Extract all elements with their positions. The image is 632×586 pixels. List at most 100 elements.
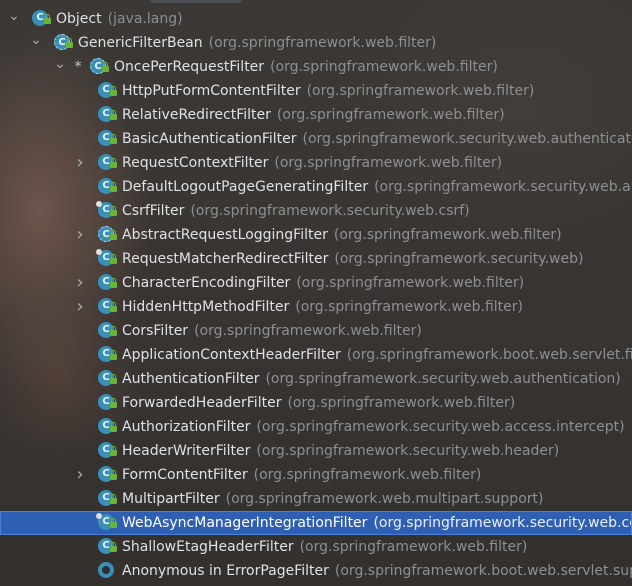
tree-row[interactable]: C ShallowEtagHeaderFilter (org.springframe…: [0, 535, 632, 559]
tree-row[interactable]: ⌄ C GenericFilterBean (org.springframework.…: [0, 31, 632, 55]
tree-row[interactable]: C RelativeRedirectFilter (org.springframew…: [0, 103, 632, 127]
class-name: HttpPutFormContentFilter (org.springframe…: [122, 79, 534, 103]
tree-row[interactable]: C BasicAuthenticationFilter (org.springfra…: [0, 127, 632, 151]
class-icon: C: [98, 538, 117, 556]
tree-row[interactable]: C AuthorizationFilter (org.springframework…: [0, 415, 632, 439]
package-name: (org.springframework.security.web.au: [374, 179, 632, 195]
tree-row[interactable]: C HeaderWriterFilter (org.springframework.…: [0, 439, 632, 463]
package-name: (org.springframework.web.filter): [296, 275, 525, 291]
class-name-text: HttpPutFormContentFilter: [122, 83, 301, 99]
class-icon: C: [98, 442, 117, 460]
class-name: ForwardedHeaderFilter (org.springframewor…: [122, 391, 515, 415]
package-name: (org.springframework.web.multipart.suppo…: [225, 491, 544, 507]
tab-strip-edge: [150, 0, 242, 3]
class-name: RequestMatcherRedirectFilter (org.springf…: [122, 247, 583, 271]
package-name: (org.springframework.security.web): [334, 251, 584, 267]
class-name-text: RequestMatcherRedirectFilter: [122, 251, 329, 267]
public-access-icon: [110, 422, 117, 432]
tree-row[interactable]: C MultipartFilter (org.springframework.web…: [0, 487, 632, 511]
class-name-text: Object: [56, 11, 102, 27]
chevron-right-icon[interactable]: ›: [73, 151, 87, 175]
tree-row[interactable]: Anonymous in ErrorPageFilter (org.springf…: [0, 559, 632, 583]
public-access-icon: [102, 62, 109, 72]
tree-row-selected[interactable]: C WebAsyncManagerIntegrationFilter (org.sp…: [0, 511, 632, 535]
tree-row[interactable]: › C CharacterEncodingFilter (org.springfram…: [0, 271, 632, 295]
tree-row[interactable]: › C RequestContextFilter (org.springframewo…: [0, 151, 632, 175]
package-name: (org.springframework.security.web.authen…: [302, 131, 632, 147]
marker-star: *: [74, 59, 82, 75]
class-name-text: CharacterEncodingFilter: [122, 275, 291, 291]
class-name-text: RequestContextFilter: [122, 155, 269, 171]
tree-row[interactable]: › C FormContentFilter (org.springframework.…: [0, 463, 632, 487]
chevron-right-icon[interactable]: ›: [73, 223, 87, 247]
chevron-right-icon[interactable]: ›: [73, 295, 87, 319]
tree-row[interactable]: C ForwardedHeaderFilter (org.springframewo…: [0, 391, 632, 415]
package-name: (org.springframework.web.filter): [253, 467, 482, 483]
class-name-text: Anonymous in ErrorPageFilter: [122, 563, 329, 579]
chevron-right-icon[interactable]: ›: [73, 271, 87, 295]
package-name: (org.springframework.boot.web.servlet.fi…: [346, 347, 632, 363]
class-icon: C: [98, 466, 117, 484]
public-access-icon: [110, 350, 117, 360]
abstract-class-icon: C: [98, 226, 117, 244]
public-access-icon: [110, 446, 117, 456]
class-name: FormContentFilter (org.springframework.we…: [122, 463, 481, 487]
class-name: DefaultLogoutPageGeneratingFilter (org.sp…: [122, 175, 632, 199]
public-access-icon: [110, 542, 117, 552]
class-icon: C: [98, 322, 117, 340]
tree-row[interactable]: C AuthenticationFilter (org.springframewor…: [0, 367, 632, 391]
tree-row[interactable]: ⌄ C Object (java.lang): [0, 7, 632, 31]
class-name-text: AbstractRequestLoggingFilter: [122, 227, 328, 243]
public-access-icon: [110, 182, 117, 192]
package-name: (org.springframework.security.web.header…: [256, 443, 560, 459]
class-name-text: MultipartFilter: [122, 491, 220, 507]
public-access-icon: [110, 206, 117, 216]
class-icon: C: [96, 201, 117, 220]
class-name: MultipartFilter (org.springframework.web.…: [122, 487, 543, 511]
package-name: (org.springframework.boot.web.servlet.su…: [334, 563, 632, 579]
chevron-right-icon[interactable]: ›: [73, 463, 87, 487]
tree-row[interactable]: › C AbstractRequestLoggingFilter (org.sprin…: [0, 223, 632, 247]
class-icon: C: [98, 418, 117, 436]
package-name: (org.springframework.web.filter): [270, 59, 498, 75]
tree-row[interactable]: ⌄ * C OncePerRequestFilter (org.springframew…: [0, 55, 632, 79]
package-name: (org.springframework.security.web.csrf): [190, 203, 470, 219]
package-name: (org.springframework.web.filter): [274, 155, 503, 171]
class-name: WebAsyncManagerIntegrationFilter (org.spr…: [122, 511, 632, 535]
chevron-down-icon[interactable]: ⌄: [29, 31, 43, 55]
anonymous-class-icon: [98, 562, 116, 580]
package-name: (org.springframework.web.filter): [295, 299, 523, 315]
class-icon: C: [98, 106, 117, 124]
public-access-icon: [110, 302, 117, 312]
tree-row[interactable]: C RequestMatcherRedirectFilter (org.spring…: [0, 247, 632, 271]
public-access-icon: [110, 494, 117, 504]
tree-row[interactable]: C HttpPutFormContentFilter (org.springfram…: [0, 79, 632, 103]
public-access-icon: [110, 470, 117, 480]
class-icon: C: [98, 394, 117, 412]
type-hierarchy-tree[interactable]: ⌄ C Object (java.lang) ⌄ C GenericFilterBean (o…: [0, 7, 632, 583]
public-access-icon: [110, 134, 117, 144]
class-icon: C: [98, 490, 117, 508]
public-access-icon: [110, 326, 117, 336]
chevron-down-icon[interactable]: ⌄: [53, 55, 67, 79]
class-name: CharacterEncodingFilter (org.springframew…: [122, 271, 524, 295]
chevron-down-icon[interactable]: ⌄: [7, 7, 21, 31]
tree-row[interactable]: › C HiddenHttpMethodFilter (org.springframe…: [0, 295, 632, 319]
class-name-text: BasicAuthenticationFilter: [122, 131, 297, 147]
class-name: HiddenHttpMethodFilter (org.springframewo…: [122, 295, 523, 319]
tree-row[interactable]: C DefaultLogoutPageGeneratingFilter (org.s…: [0, 175, 632, 199]
tree-row[interactable]: C CorsFilter (org.springframework.web.filt…: [0, 319, 632, 343]
class-name-text: RelativeRedirectFilter: [122, 107, 271, 123]
class-name-text: AuthorizationFilter: [122, 419, 251, 435]
class-name: Object (java.lang): [56, 7, 183, 31]
class-icon: C: [98, 154, 117, 172]
public-access-icon: [110, 110, 117, 120]
class-name: RelativeRedirectFilter (org.springframewo…: [122, 103, 505, 127]
tree-row[interactable]: C ApplicationContextHeaderFilter (org.spri…: [0, 343, 632, 367]
class-name-text: ShallowEtagHeaderFilter: [122, 539, 294, 555]
class-name-text: ForwardedHeaderFilter: [122, 395, 282, 411]
package-name: (org.springframework.security.web.authen…: [265, 371, 621, 387]
class-icon: C: [98, 82, 117, 100]
class-icon: C: [98, 274, 117, 292]
tree-row[interactable]: C CsrfFilter (org.springframework.security…: [0, 199, 632, 223]
